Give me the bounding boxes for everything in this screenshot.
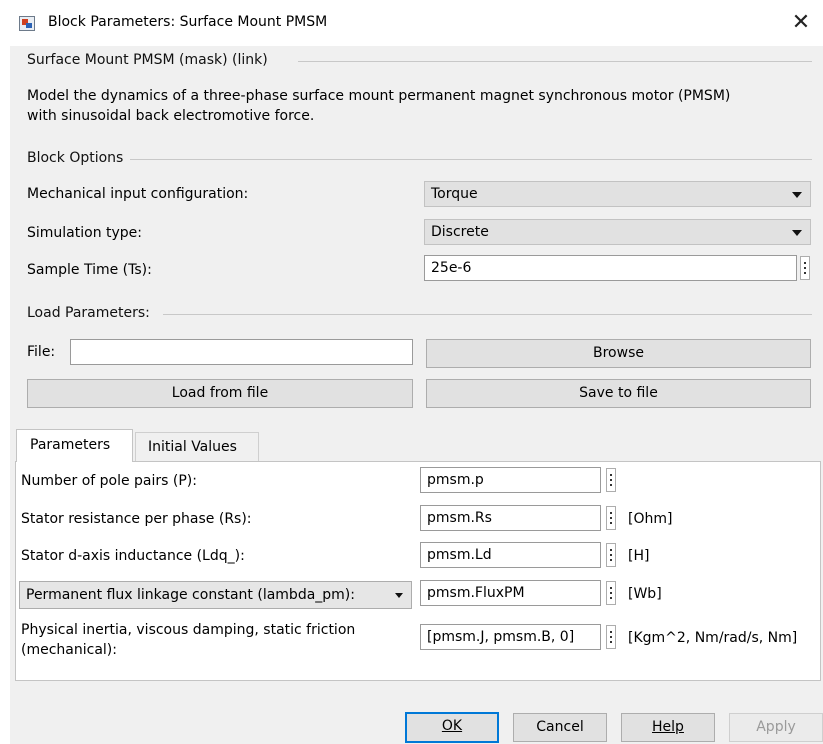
vertical-ellipsis-icon[interactable] — [606, 625, 616, 649]
help-button-label: Help — [652, 719, 684, 735]
inertia-input[interactable]: [pmsm.J, pmsm.B, 0] — [420, 624, 601, 650]
cancel-button-label: Cancel — [536, 719, 584, 735]
stator-inductance-input[interactable]: pmsm.Ld — [420, 542, 601, 568]
pole-pairs-input[interactable]: pmsm.p — [420, 467, 601, 493]
tab-initial-values[interactable]: Initial Values — [135, 432, 259, 461]
mask-legend: Surface Mount PMSM (mask) (link) — [27, 52, 268, 68]
inertia-unit: [Kgm^2, Nm/rad/s, Nm] — [628, 630, 798, 646]
tab-parameters-label: Parameters — [30, 437, 111, 453]
sample-time-input[interactable]: 25e-6 — [424, 255, 797, 281]
sample-time-label: Sample Time (Ts): — [27, 262, 152, 278]
stator-resistance-label: Stator resistance per phase (Rs): — [21, 511, 252, 527]
mechanical-input-label: Mechanical input configuration: — [27, 186, 249, 202]
ok-button-label: OK — [441, 718, 463, 734]
mechanical-input-value: Torque — [431, 186, 478, 202]
chevron-down-icon — [792, 230, 802, 236]
flux-parameter-label: Permanent flux linkage constant (lambda_… — [26, 587, 355, 603]
vertical-ellipsis-icon[interactable] — [606, 581, 616, 605]
flux-linkage-input[interactable]: pmsm.FluxPM — [420, 580, 601, 606]
inertia-label-line-1: Physical inertia, viscous damping, stati… — [21, 622, 356, 638]
help-button[interactable]: Help — [621, 713, 715, 742]
window-title: Block Parameters: Surface Mount PMSM — [48, 14, 328, 30]
flux-parameter-dropdown[interactable]: Permanent flux linkage constant (lambda_… — [19, 581, 412, 609]
file-path-input[interactable] — [70, 339, 413, 365]
vertical-ellipsis-icon[interactable] — [606, 468, 616, 492]
tab-initial-values-label: Initial Values — [148, 439, 237, 455]
stator-inductance-unit: [H] — [628, 548, 650, 564]
vertical-ellipsis-icon[interactable] — [800, 256, 810, 280]
load-parameters-legend: Load Parameters: — [27, 305, 150, 321]
stator-inductance-label: Stator d-axis inductance (Ldq_): — [21, 548, 245, 564]
vertical-ellipsis-icon[interactable] — [606, 506, 616, 530]
parameters-tab-panel — [15, 461, 821, 681]
chevron-down-icon — [792, 192, 802, 198]
description-line-1: Model the dynamics of a three-phase surf… — [27, 88, 731, 104]
load-parameters-line — [163, 314, 812, 315]
apply-button[interactable]: Apply — [729, 713, 823, 742]
mechanical-input-dropdown[interactable]: Torque — [424, 181, 811, 207]
stator-resistance-input[interactable]: pmsm.Rs — [420, 505, 601, 531]
inertia-label-line-2: (mechanical): — [21, 642, 117, 658]
simulation-type-label: Simulation type: — [27, 225, 143, 241]
title-bar: Block Parameters: Surface Mount PMSM ✕ — [0, 0, 823, 46]
simulation-type-dropdown[interactable]: Discrete — [424, 219, 811, 245]
mask-group-line — [298, 61, 812, 62]
load-from-file-button[interactable]: Load from file — [27, 379, 413, 408]
tab-parameters[interactable]: Parameters — [16, 429, 133, 462]
simulation-type-value: Discrete — [431, 224, 489, 240]
description-line-2: with sinusoidal back electromotive force… — [27, 108, 315, 124]
stator-resistance-unit: [Ohm] — [628, 511, 673, 527]
close-icon[interactable]: ✕ — [786, 8, 816, 38]
flux-linkage-unit: [Wb] — [628, 586, 662, 602]
save-to-file-button[interactable]: Save to file — [426, 379, 811, 408]
apply-button-label: Apply — [756, 719, 796, 735]
block-options-line — [130, 159, 812, 160]
file-label: File: — [27, 344, 56, 360]
vertical-ellipsis-icon[interactable] — [606, 543, 616, 567]
pole-pairs-label: Number of pole pairs (P): — [21, 473, 197, 489]
chevron-down-icon — [395, 593, 403, 598]
block-options-legend: Block Options — [27, 150, 124, 166]
simulink-block-icon — [19, 16, 35, 31]
cancel-button[interactable]: Cancel — [513, 713, 607, 742]
ok-button[interactable]: OK — [405, 712, 499, 743]
browse-button[interactable]: Browse — [426, 339, 811, 368]
